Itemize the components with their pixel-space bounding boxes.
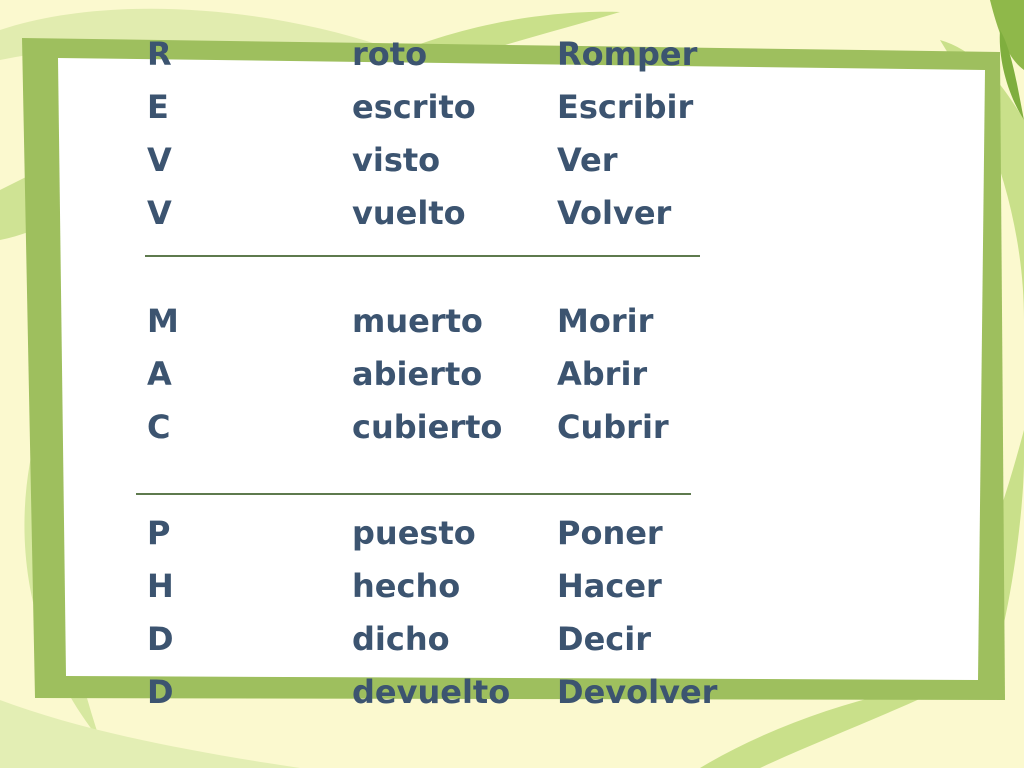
participle-cell: visto — [352, 141, 441, 179]
infinitive-cell: Escribir — [557, 88, 694, 126]
participle-cell: escrito — [352, 88, 476, 126]
participle-cell: roto — [352, 35, 428, 73]
mnemonic-letter: M — [147, 302, 179, 340]
participle-cell: dicho — [352, 620, 450, 658]
mnemonic-letter: R — [147, 35, 172, 73]
mnemonic-letter: D — [147, 620, 174, 658]
mnemonic-letter: V — [147, 141, 172, 179]
participle-cell: cubierto — [352, 408, 503, 446]
mnemonic-letter: V — [147, 194, 172, 232]
participle-cell: abierto — [352, 355, 483, 393]
infinitive-cell: Morir — [557, 302, 654, 340]
infinitive-cell: Cubrir — [557, 408, 669, 446]
infinitive-cell: Ver — [557, 141, 618, 179]
participle-cell: vuelto — [352, 194, 466, 232]
participle-cell: puesto — [352, 514, 476, 552]
white-panel — [58, 58, 985, 680]
mnemonic-letter: E — [147, 88, 169, 126]
participle-cell: hecho — [352, 567, 461, 605]
infinitive-cell: Romper — [557, 35, 698, 73]
mnemonic-letter: A — [147, 355, 172, 393]
mnemonic-letter: H — [147, 567, 174, 605]
participle-cell: muerto — [352, 302, 483, 340]
infinitive-cell: Abrir — [557, 355, 648, 393]
mnemonic-letter: D — [147, 673, 174, 711]
participle-cell: devuelto — [352, 673, 511, 711]
infinitive-cell: Decir — [557, 620, 651, 658]
infinitive-cell: Devolver — [557, 673, 718, 711]
mnemonic-letter: C — [147, 408, 171, 446]
group-divider — [136, 493, 691, 495]
infinitive-cell: Poner — [557, 514, 663, 552]
infinitive-cell: Hacer — [557, 567, 662, 605]
mnemonic-letter: P — [147, 514, 171, 552]
group-divider — [145, 255, 700, 257]
infinitive-cell: Volver — [557, 194, 672, 232]
